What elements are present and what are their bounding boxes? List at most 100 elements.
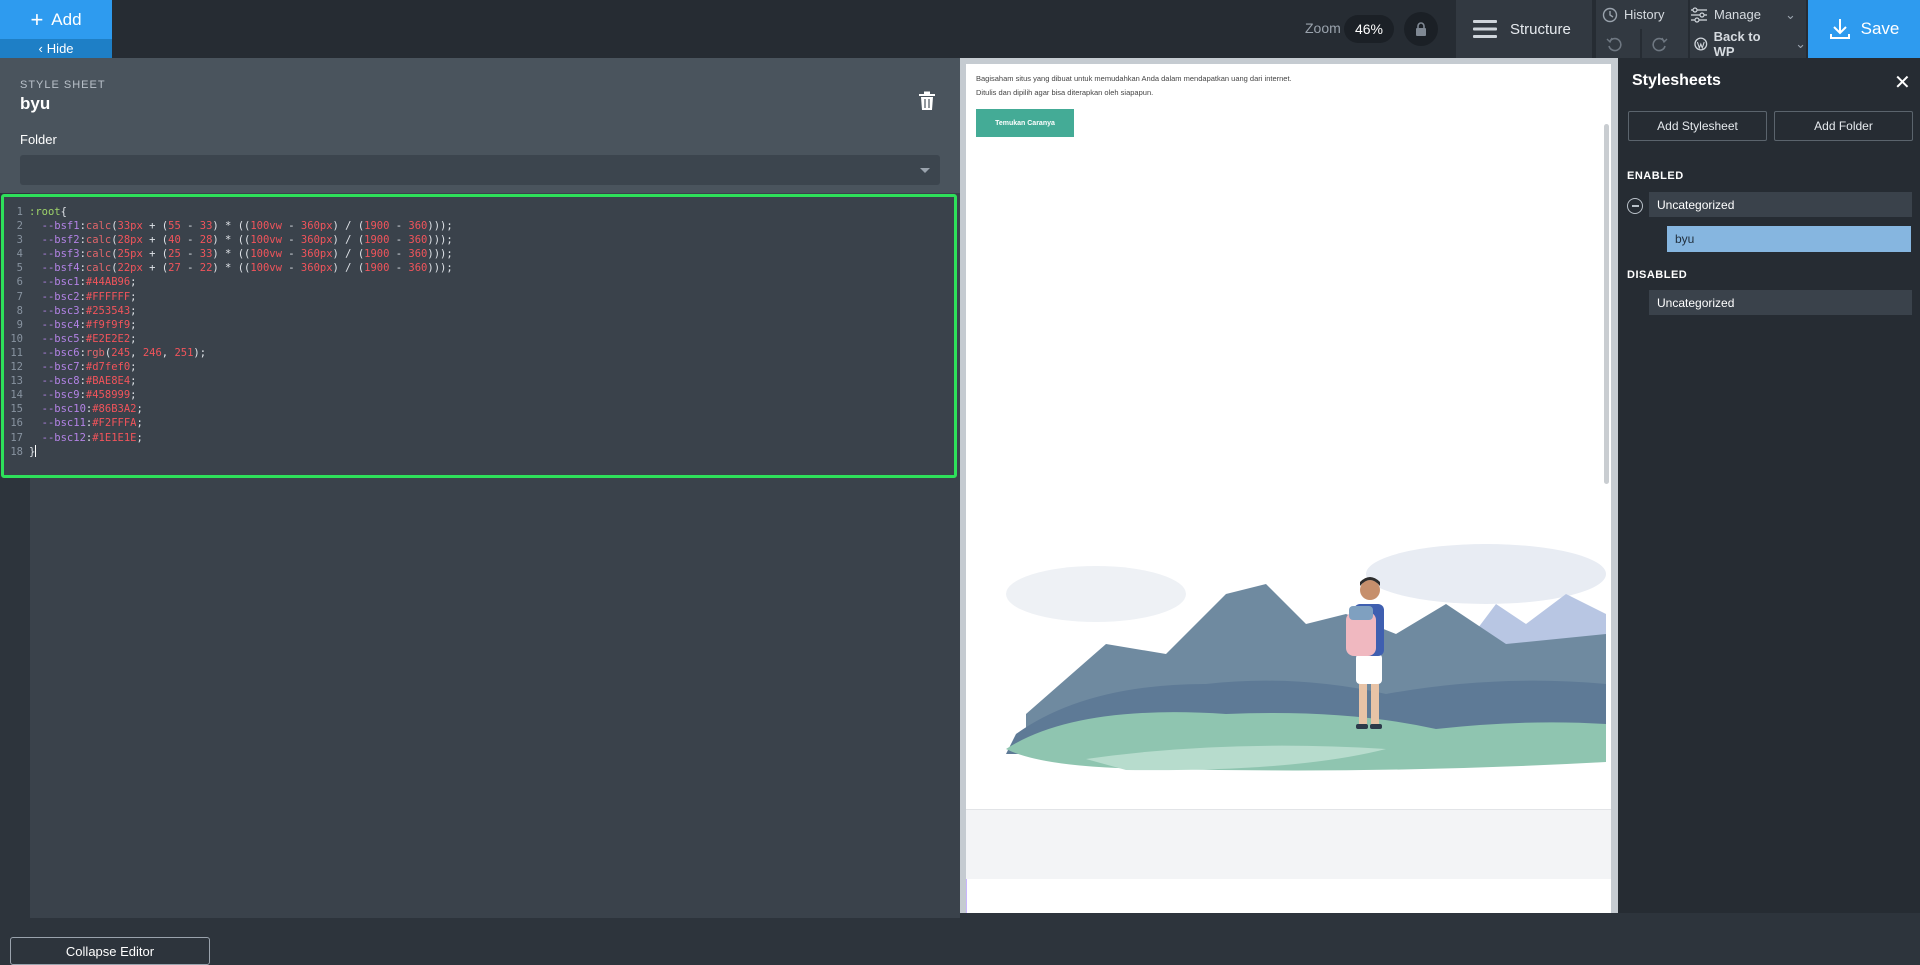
code-line[interactable]: 13 --bsc8: #BAE8E4; [3, 374, 453, 388]
code-line[interactable]: 7 --bsc2: #FFFFFF; [3, 290, 453, 304]
code-token: - [281, 262, 301, 275]
line-number: 18 [10, 445, 23, 458]
code-token: ) / ( [332, 248, 365, 261]
line-number: 9 [16, 318, 23, 331]
code-token: --bsc11 [29, 417, 86, 430]
code-token: ; [136, 417, 143, 430]
manage-dropdown[interactable]: Manage ⌄ [1690, 0, 1806, 29]
line-number: 7 [16, 290, 23, 303]
code-token: --bsc4 [29, 318, 80, 331]
code-token: ))); [427, 220, 453, 233]
page-preview[interactable]: Bagisaham situs yang dibuat untuk memuda… [966, 64, 1611, 913]
code-token: 100vw [250, 220, 282, 233]
plus-icon: + [30, 6, 44, 32]
code-token: - [180, 262, 200, 275]
code-token: ) * (( [212, 234, 251, 247]
code-line[interactable]: 1:root{ [3, 205, 453, 219]
line-number: 1 [16, 206, 23, 218]
section-label: STYLE SHEET [20, 79, 106, 91]
code-token: 251 [174, 346, 194, 359]
code-token: - [281, 248, 301, 261]
code-token: ) / ( [332, 220, 365, 233]
undo-button[interactable] [1596, 29, 1640, 58]
code-token: 360 [408, 234, 428, 247]
code-token: #BAE8E4 [85, 375, 131, 388]
zoom-level-input[interactable]: 46% [1344, 15, 1394, 43]
code-line[interactable]: 11 --bsc6: rgb(245, 246, 251); [3, 346, 453, 360]
delete-stylesheet-button[interactable] [918, 91, 936, 116]
code-token: ))); [427, 262, 453, 275]
preview-cta-button[interactable]: Temukan Caranya [976, 109, 1074, 137]
enabled-folder-uncategorized[interactable]: Uncategorized [1649, 192, 1912, 217]
code-line[interactable]: 17 --bsc12: #1E1E1E; [3, 431, 453, 445]
structure-label: Structure [1510, 20, 1571, 38]
code-line[interactable]: 6 --bsc1: #44AB96; [3, 275, 453, 289]
chevron-down-icon: ⌄ [1784, 6, 1796, 22]
collapse-editor-button[interactable]: Collapse Editor [10, 937, 210, 965]
collapse-folder-icon[interactable] [1627, 198, 1643, 214]
code-line[interactable]: 9 --bsc4: #f9f9f9; [3, 318, 453, 332]
wordpress-icon [1694, 37, 1708, 50]
preview-footer-section [966, 809, 1611, 879]
code-token: 1900 [364, 220, 390, 233]
code-token: 245 [111, 346, 131, 359]
code-line[interactable]: 10 --bsc5: #E2E2E2; [3, 332, 453, 346]
code-line[interactable]: 14 --bsc9: #458999; [3, 388, 453, 402]
close-icon[interactable]: ✕ [1894, 70, 1911, 95]
code-line[interactable]: 16 --bsc11: #F2FFFA; [3, 416, 453, 430]
code-token: --bsc2 [29, 290, 80, 303]
code-token: #458999 [85, 389, 131, 402]
code-token: 100vw [250, 234, 282, 247]
code-token: 1900 [364, 248, 390, 261]
disabled-folder-uncategorized[interactable]: Uncategorized [1649, 290, 1912, 315]
preview-scrollbar[interactable] [1604, 124, 1609, 484]
code-token: 246 [142, 346, 162, 359]
code-token: 360px [300, 220, 333, 233]
stylesheet-item-byu[interactable]: byu [1667, 226, 1911, 252]
code-line[interactable]: 15 --bsc10: #86B3A2; [3, 402, 453, 416]
redo-button[interactable] [1642, 29, 1688, 58]
stylesheet-header: STYLE SHEET byu Folder [0, 58, 960, 193]
hide-button[interactable]: ‹ Hide [0, 39, 112, 58]
text-cursor [35, 444, 37, 457]
code-line[interactable]: 8 --bsc3: #253543; [3, 304, 453, 318]
code-token: 100vw [250, 262, 282, 275]
code-token: ; [136, 403, 143, 416]
code-token: ) * (( [212, 248, 251, 261]
code-token: 100vw [250, 248, 282, 261]
lock-button[interactable] [1404, 12, 1438, 46]
code-token: - [180, 220, 200, 233]
code-token: ; [130, 332, 137, 345]
history-button[interactable]: History [1596, 0, 1688, 29]
add-folder-button[interactable]: Add Folder [1774, 111, 1913, 141]
code-token: ) * (( [212, 220, 251, 233]
add-button[interactable]: + Add [0, 0, 112, 39]
code-line[interactable]: 5 --bsf4: calc(22px + (27 - 22) * ((100vw… [3, 261, 453, 275]
structure-icon [1473, 20, 1497, 38]
code-token: --bsc7 [29, 361, 80, 374]
code-token: - [281, 220, 301, 233]
code-token: #1E1E1E [92, 431, 137, 444]
code-token: calc [85, 262, 112, 275]
stylesheet-editor-panel: STYLE SHEET byu Folder 1:root{2 --bsf1: c… [0, 58, 960, 965]
code-line[interactable]: 2 --bsf1: calc(33px + (55 - 33) * ((100vw… [3, 219, 453, 233]
code-token: --bsf1 [29, 220, 80, 233]
code-line[interactable]: 3 --bsf2: calc(28px + (40 - 28) * ((100vw… [3, 233, 453, 247]
folder-label: Folder [20, 132, 57, 147]
structure-button[interactable]: Structure [1456, 0, 1592, 58]
code-token: , [161, 346, 175, 359]
save-button[interactable]: Save [1808, 0, 1920, 58]
code-line[interactable]: 4 --bsf3: calc(25px + (25 - 33) * ((100vw… [3, 247, 453, 261]
code-token: 28px [117, 234, 143, 247]
preview-frame: Bagisaham situs yang dibuat untuk memuda… [960, 58, 1618, 913]
code-line[interactable]: 18} [3, 444, 453, 459]
manage-label: Manage [1714, 7, 1761, 22]
code-token: #FFFFFF [85, 290, 131, 303]
code-line[interactable]: 12 --bsc7: #d7fef0; [3, 360, 453, 374]
folder-select[interactable] [20, 155, 940, 185]
history-label: History [1624, 7, 1665, 22]
code-token: + ( [142, 220, 169, 233]
back-to-wp-dropdown[interactable]: Back to WP ⌄ [1690, 29, 1806, 59]
code-lines[interactable]: 1:root{2 --bsf1: calc(33px + (55 - 33) * … [3, 205, 453, 459]
add-stylesheet-button[interactable]: Add Stylesheet [1628, 111, 1767, 141]
